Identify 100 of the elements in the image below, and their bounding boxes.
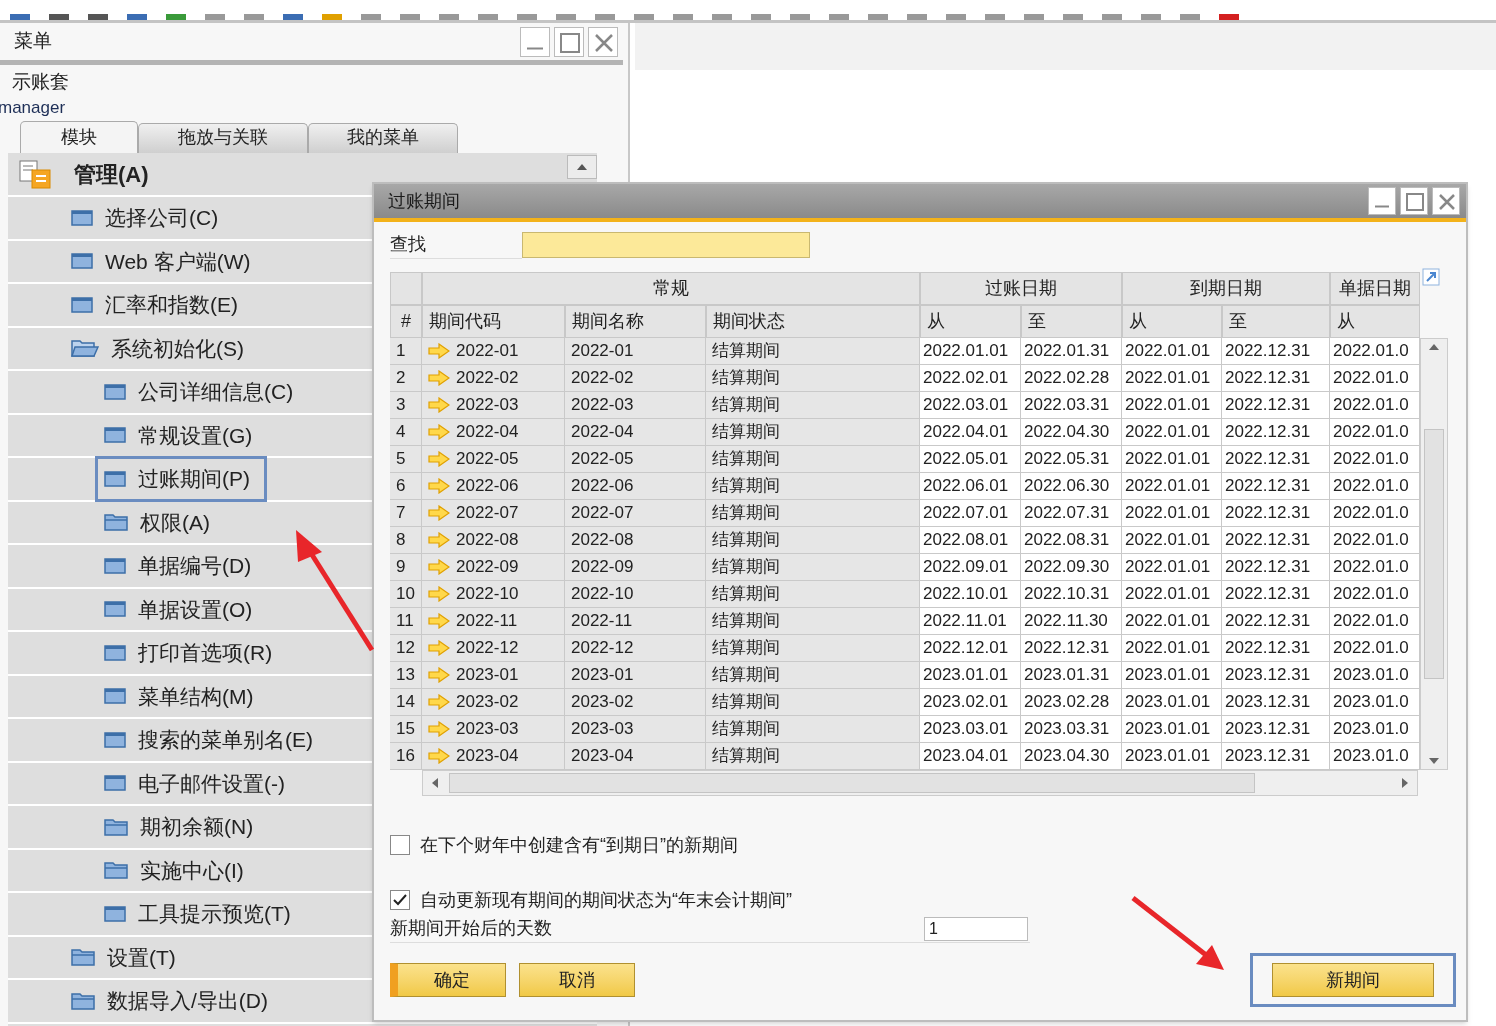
column-group-header[interactable]: 过账日期 [920,272,1122,305]
company-name: 示账套 [12,70,69,94]
menu-tab[interactable]: 我的菜单 [308,123,458,153]
table-cell: 2023.01.01 [920,662,1021,689]
table-cell: 2022-12 [565,635,706,662]
column-header[interactable]: 从 [920,305,1021,338]
table-cell: 2023.12.31 [1222,662,1330,689]
link-cell: 2022-09 [422,554,565,581]
table-cell: 2022.01.0 [1330,581,1420,608]
table-cell: 2022.12.31 [1222,473,1330,500]
column-header[interactable]: 从 [1122,305,1222,338]
table-cell: 13 [390,662,422,689]
table-cell: 结算期间 [706,365,920,392]
link-cell: 2022-10 [422,581,565,608]
column-header[interactable]: 期间状态 [706,305,920,338]
field-label: 新期间开始后的天数 [390,917,553,940]
table-cell: 结算期间 [706,662,920,689]
column-group-header[interactable]: 常规 [422,272,920,305]
table-cell: 2 [390,365,422,392]
table-cell: 2022.02.28 [1021,365,1122,392]
table-cell: 2022.12.31 [1021,635,1122,662]
dialog-button[interactable]: 确定 [390,963,506,997]
table-cell: 结算期间 [706,446,920,473]
table-cell: 2022-07 [565,500,706,527]
table-cell: 2023.01.01 [1122,716,1222,743]
table-cell: 2023.02.01 [920,689,1021,716]
table-cell: 2023.03.31 [1021,716,1122,743]
table-cell: 7 [390,500,422,527]
link-cell: 2022-12 [422,635,565,662]
link-cell: 2022-06 [422,473,565,500]
link-cell: 2022-04 [422,419,565,446]
link-cell: 2022-03 [422,392,565,419]
table-cell: 2022-04 [565,419,706,446]
table-cell: 2022.06.30 [1021,473,1122,500]
table-cell: 2022.12.31 [1222,365,1330,392]
link-cell: 2022-05 [422,446,565,473]
table-cell: 2023.12.31 [1222,689,1330,716]
menu-tab[interactable]: 模块 [20,121,138,153]
table-cell: 3 [390,392,422,419]
table-cell: 结算期间 [706,473,920,500]
table-cell: 2022.12.31 [1222,527,1330,554]
table-cell: 2022.12.31 [1222,500,1330,527]
table-cell: 2022.04.01 [920,419,1021,446]
table-cell: 结算期间 [706,500,920,527]
menu-tab[interactable]: 拖放与关联 [138,123,308,153]
table-cell: 2023-03 [565,716,706,743]
table-cell: 2022.01.0 [1330,365,1420,392]
table-cell: 2022-08 [565,527,706,554]
table-cell: 2022.01.01 [1122,365,1222,392]
dialog-button[interactable]: 新期间 [1272,963,1434,997]
table-cell: 2023.01.01 [1122,689,1222,716]
table-cell: 2022.01.01 [1122,473,1222,500]
table-cell: 2023.02.28 [1021,689,1122,716]
column-header[interactable]: 期间代码 [422,305,565,338]
table-cell: 2023-02 [565,689,706,716]
column-group-header[interactable]: 单据日期 [1330,272,1420,305]
table-cell: 2022-03 [565,392,706,419]
column-header[interactable]: 从 [1330,305,1420,338]
column-header[interactable]: 至 [1021,305,1122,338]
table-cell: 2022.02.01 [920,365,1021,392]
menu-item[interactable]: 选择公司(C) [62,194,236,241]
table-cell: 2023.04.01 [920,743,1021,770]
table-cell: 2022.12.31 [1222,554,1330,581]
link-cell: 2023-04 [422,743,565,770]
table-cell: 2022.01.0 [1330,338,1420,365]
table-cell: 2023-04 [565,743,706,770]
table-cell: 2023.01.0 [1330,743,1420,770]
table-cell: 2022-05 [565,446,706,473]
column-header[interactable]: 期间名称 [565,305,706,338]
column-header[interactable]: 至 [1222,305,1330,338]
table-cell: 2022-10 [565,581,706,608]
table-cell: 2022-01 [565,338,706,365]
table-cell: 结算期间 [706,581,920,608]
table-cell: 2022.01.01 [1122,581,1222,608]
table-cell: 2022.07.01 [920,500,1021,527]
table-cell: 2022.08.01 [920,527,1021,554]
table-cell: 结算期间 [706,419,920,446]
column-group-header[interactable]: 到期日期 [1122,272,1330,305]
table-cell: 2023.01.0 [1330,716,1420,743]
checkbox-label: 自动更新现有期间的期间状态为“年末会计期间” [420,888,792,912]
menu-item[interactable]: 过账期间(P) [95,455,267,502]
table-cell: 6 [390,473,422,500]
table-cell: 2022.12.31 [1222,608,1330,635]
table-cell: 9 [390,554,422,581]
table-cell: 2022.01.01 [1122,500,1222,527]
table-cell: 2022.03.31 [1021,392,1122,419]
dialog-button[interactable]: 取消 [519,963,635,997]
link-cell: 2022-02 [422,365,565,392]
table-cell: 2022.01.0 [1330,527,1420,554]
link-cell: 2023-01 [422,662,565,689]
table-cell: 2022.12.01 [920,635,1021,662]
table-cell: 2022.01.0 [1330,500,1420,527]
table-cell: 2023.01.01 [1122,662,1222,689]
number-field[interactable]: 1 [924,916,1028,941]
table-cell: 结算期间 [706,554,920,581]
table-cell: 2023-01 [565,662,706,689]
table-cell: 2022.01.01 [1122,527,1222,554]
table-cell: 2022.01.01 [1122,338,1222,365]
column-header[interactable]: # [390,305,422,338]
table-cell: 2022.01.0 [1330,446,1420,473]
